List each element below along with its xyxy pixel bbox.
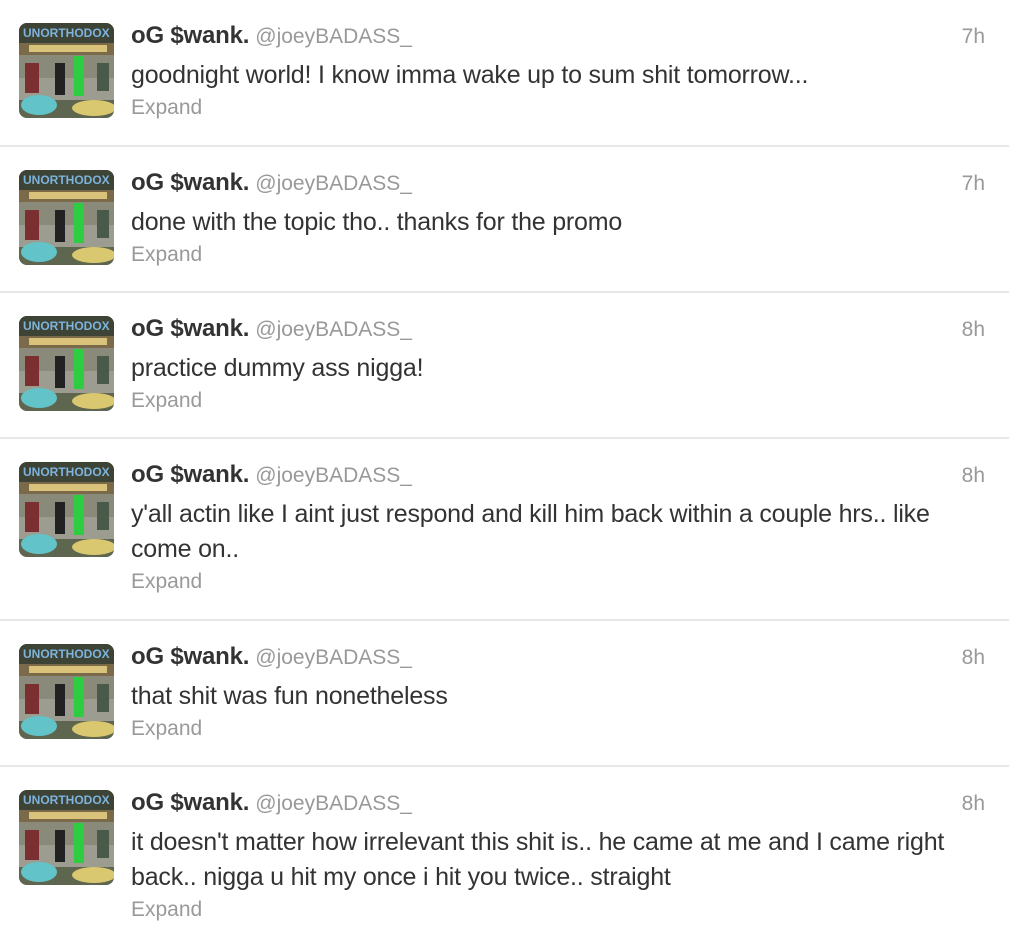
- tweet-timestamp[interactable]: 8h: [962, 792, 985, 816]
- author-username[interactable]: @joeyBADASS_: [255, 172, 412, 195]
- avatar[interactable]: UNORTHODOX: [19, 644, 114, 739]
- tweet-text: that shit was fun nonetheless: [131, 682, 448, 710]
- tweet-timeline: UNORTHODOX oG $wank. @joeyBADASS_ 7h good…: [0, 0, 1009, 941]
- author-fullname[interactable]: oG $wank.: [131, 789, 249, 816]
- author-fullname[interactable]: oG $wank.: [131, 22, 249, 49]
- author-username[interactable]: @joeyBADASS_: [255, 25, 412, 48]
- tweet-item[interactable]: UNORTHODOX oG $wank. @joeyBADASS_ 7h good…: [0, 0, 1009, 147]
- tweet-text: done with the topic tho.. thanks for the…: [131, 208, 623, 236]
- author-username[interactable]: @joeyBADASS_: [255, 646, 412, 669]
- svg-text:UNORTHODOX: UNORTHODOX: [23, 319, 110, 333]
- tweet-header: oG $wank. @joeyBADASS_ 8h: [131, 643, 985, 677]
- expand-link[interactable]: Expand: [131, 717, 202, 741]
- tweet-timestamp[interactable]: 7h: [962, 25, 985, 49]
- svg-text:UNORTHODOX: UNORTHODOX: [23, 647, 110, 661]
- tweet-header: oG $wank. @joeyBADASS_ 7h: [131, 22, 985, 56]
- expand-link[interactable]: Expand: [131, 96, 202, 120]
- author-username[interactable]: @joeyBADASS_: [255, 318, 412, 341]
- tweet-content: oG $wank. @joeyBADASS_ 8h that shit was f…: [131, 643, 985, 741]
- tweet-timestamp[interactable]: 8h: [962, 318, 985, 342]
- avatar[interactable]: UNORTHODOX: [19, 316, 114, 411]
- tweet-timestamp[interactable]: 7h: [962, 172, 985, 196]
- tweet-header: oG $wank. @joeyBADASS_ 8h: [131, 315, 985, 349]
- svg-text:UNORTHODOX: UNORTHODOX: [23, 465, 110, 479]
- avatar-image: UNORTHODOX: [19, 170, 114, 265]
- tweet-timestamp[interactable]: 8h: [962, 464, 985, 488]
- avatar-image: UNORTHODOX: [19, 644, 114, 739]
- author-fullname[interactable]: oG $wank.: [131, 169, 249, 196]
- tweet-content: oG $wank. @joeyBADASS_ 8h practice dummy …: [131, 315, 985, 413]
- tweet-text: practice dummy ass nigga!: [131, 354, 424, 382]
- avatar[interactable]: UNORTHODOX: [19, 23, 114, 118]
- avatar-image: UNORTHODOX: [19, 790, 114, 885]
- tweet-item[interactable]: UNORTHODOX oG $wank. @joeyBADASS_ 8h it d…: [0, 767, 1009, 941]
- tweet-text: it doesn't matter how irrelevant this sh…: [131, 828, 945, 891]
- tweet-text: goodnight world! I know imma wake up to …: [131, 61, 809, 89]
- avatar[interactable]: UNORTHODOX: [19, 170, 114, 265]
- expand-link[interactable]: Expand: [131, 243, 202, 267]
- expand-link[interactable]: Expand: [131, 570, 202, 594]
- expand-link[interactable]: Expand: [131, 898, 202, 922]
- tweet-text: y'all actin like I aint just respond and…: [131, 500, 930, 563]
- avatar[interactable]: UNORTHODOX: [19, 462, 114, 557]
- svg-text:UNORTHODOX: UNORTHODOX: [23, 173, 110, 187]
- avatar-image: UNORTHODOX: [19, 462, 114, 557]
- tweet-timestamp[interactable]: 8h: [962, 646, 985, 670]
- avatar[interactable]: UNORTHODOX: [19, 790, 114, 885]
- tweet-content: oG $wank. @joeyBADASS_ 8h y'all actin lik…: [131, 461, 985, 594]
- tweet-content: oG $wank. @joeyBADASS_ 7h done with the t…: [131, 169, 985, 267]
- author-username[interactable]: @joeyBADASS_: [255, 464, 412, 487]
- avatar-image: UNORTHODOX: [19, 316, 114, 411]
- svg-text:UNORTHODOX: UNORTHODOX: [23, 26, 110, 40]
- tweet-content: oG $wank. @joeyBADASS_ 7h goodnight world…: [131, 22, 985, 120]
- author-fullname[interactable]: oG $wank.: [131, 643, 249, 670]
- tweet-header: oG $wank. @joeyBADASS_ 8h: [131, 461, 985, 495]
- svg-text:UNORTHODOX: UNORTHODOX: [23, 793, 110, 807]
- avatar-image: UNORTHODOX: [19, 23, 114, 118]
- tweet-header: oG $wank. @joeyBADASS_ 8h: [131, 789, 985, 823]
- tweet-header: oG $wank. @joeyBADASS_ 7h: [131, 169, 985, 203]
- tweet-item[interactable]: UNORTHODOX oG $wank. @joeyBADASS_ 8h y'al…: [0, 439, 1009, 621]
- tweet-item[interactable]: UNORTHODOX oG $wank. @joeyBADASS_ 7h done…: [0, 147, 1009, 293]
- expand-link[interactable]: Expand: [131, 389, 202, 413]
- author-fullname[interactable]: oG $wank.: [131, 315, 249, 342]
- author-username[interactable]: @joeyBADASS_: [255, 792, 412, 815]
- tweet-item[interactable]: UNORTHODOX oG $wank. @joeyBADASS_ 8h that…: [0, 621, 1009, 767]
- tweet-item[interactable]: UNORTHODOX oG $wank. @joeyBADASS_ 8h prac…: [0, 293, 1009, 439]
- author-fullname[interactable]: oG $wank.: [131, 461, 249, 488]
- tweet-content: oG $wank. @joeyBADASS_ 8h it doesn't matt…: [131, 789, 985, 922]
